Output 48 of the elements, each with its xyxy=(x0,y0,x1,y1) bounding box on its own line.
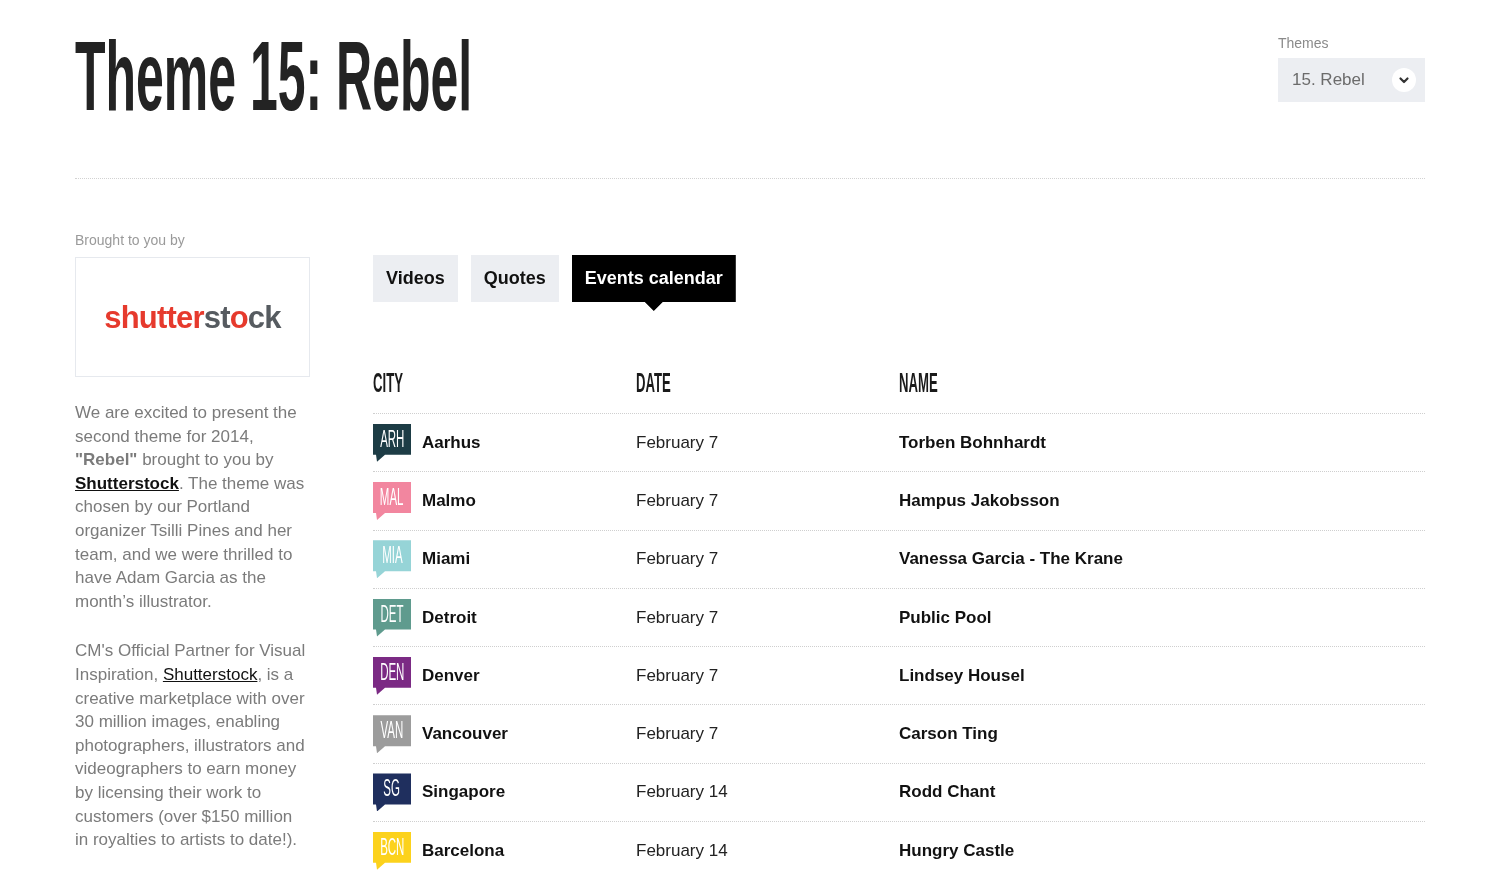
organizer-name: Hampus Jakobsson xyxy=(899,489,1060,512)
event-date: February 7 xyxy=(636,548,719,571)
event-date: February 7 xyxy=(636,489,719,512)
city-code-tag: VAN xyxy=(373,715,411,754)
tab[interactable]: Events calendar xyxy=(571,255,736,311)
city-code-tag: MAL xyxy=(373,481,411,520)
city-name: Singapore xyxy=(422,781,506,804)
organizer-name: Lindsey Housel xyxy=(899,664,1025,687)
sponsor-paragraph: CM's Official Partner for Visual Inspiration, Shutterstock, is a creative marketplace with over 30 million images, enabling photographers, illustrators and videographers to earn money by licensing their work to customers (over $150 million in royalties to artists to date!). xyxy=(75,640,307,852)
city-name: Detroit xyxy=(422,606,477,629)
city-code-tag: SG xyxy=(373,773,411,812)
tab[interactable]: Videos xyxy=(373,255,458,302)
event-date: February 7 xyxy=(636,723,719,746)
organizer-name: Public Pool xyxy=(899,606,992,629)
chevron-down-icon xyxy=(1392,68,1416,92)
tab[interactable]: Quotes xyxy=(470,255,559,302)
organizer-name: Hungry Castle xyxy=(899,839,1015,862)
column-header: NAME xyxy=(899,367,938,398)
city-name: Malmo xyxy=(422,489,476,512)
city-name: Denver xyxy=(422,664,480,687)
city-name: Vancouver xyxy=(422,723,508,746)
logo-wordmark: shutterstock xyxy=(104,301,281,333)
column-header: DATE xyxy=(636,367,671,398)
select-label: Themes xyxy=(1278,35,1329,51)
inline-link[interactable]: Shutterstock xyxy=(162,664,258,684)
column-header: CITY xyxy=(373,367,403,398)
city-code-tag: DET xyxy=(373,598,411,637)
city-code-tag: ARH xyxy=(373,423,411,462)
organizer-name: Torben Bohnhardt xyxy=(899,431,1046,454)
page-title: Theme 15: Rebel xyxy=(75,27,473,125)
city-code-tag: MIA xyxy=(373,540,411,579)
event-date: February 14 xyxy=(636,839,728,862)
organizer-name: Carson Ting xyxy=(899,723,998,746)
organizer-name: Vanessa Garcia - The Krane xyxy=(899,548,1123,571)
event-date: February 7 xyxy=(636,606,719,629)
themes-select[interactable]: 15. Rebel xyxy=(1278,58,1425,102)
city-code-tag: BCN xyxy=(373,831,411,870)
city-name: Miami xyxy=(422,548,471,571)
inline-link[interactable]: Shutterstock xyxy=(75,473,179,493)
organizer-name: Rodd Chant xyxy=(899,781,996,804)
city-code-tag: DEN xyxy=(373,656,411,695)
sponsor-paragraph: We are excited to present the second theme for 2014, "Rebel" brought to you by Shutterstock. The theme was chosen by our Portland organizer Tsilli Pines and her team, and we were thrilled to have Adam Garcia as the month’s illustrator. xyxy=(75,402,306,613)
city-name: Barcelona xyxy=(422,839,505,862)
event-date: February 7 xyxy=(636,664,719,687)
sponsor-caption: Brought to you by xyxy=(75,232,185,248)
event-date: February 14 xyxy=(636,781,728,804)
city-name: Aarhus xyxy=(422,431,481,454)
event-date: February 7 xyxy=(636,431,719,454)
